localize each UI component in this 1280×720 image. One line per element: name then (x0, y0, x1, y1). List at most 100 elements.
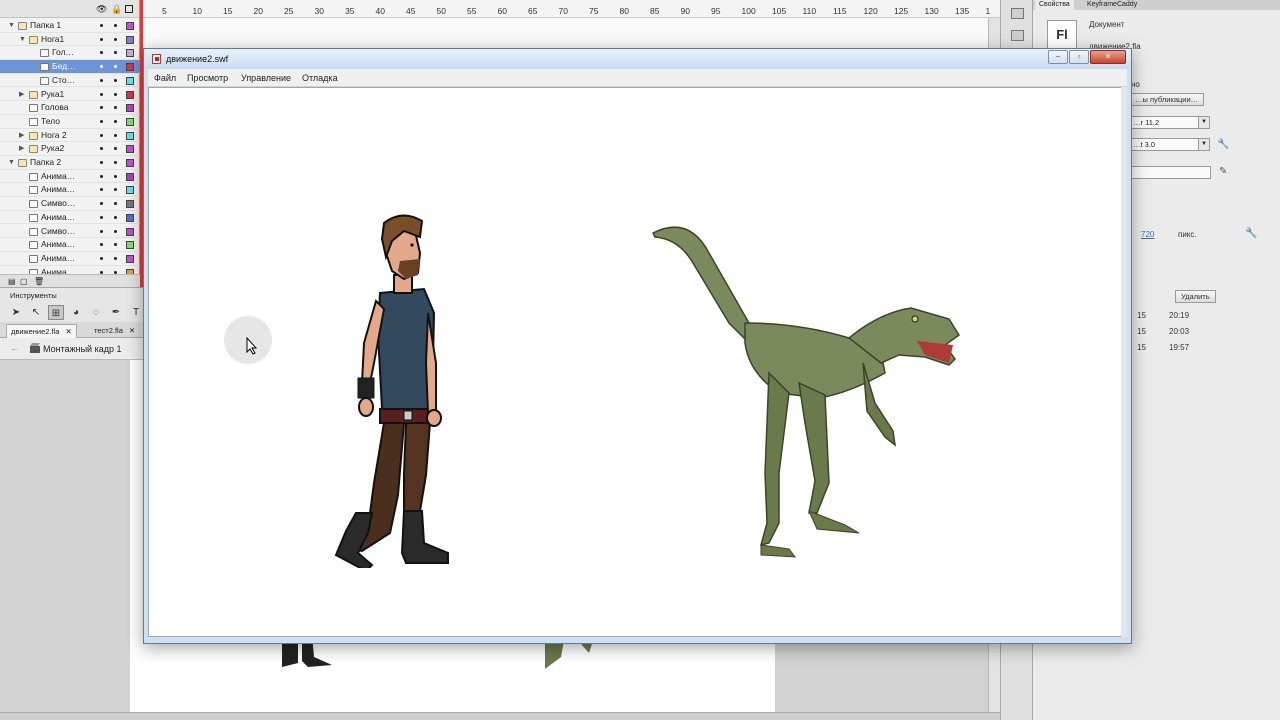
back-arrow-icon[interactable]: ← (10, 343, 19, 353)
layer-color-swatch[interactable] (126, 145, 134, 154)
class-field[interactable] (1129, 166, 1211, 179)
selection-arrow-icon[interactable]: ➤ (8, 305, 24, 320)
visibility-dot[interactable] (100, 174, 103, 178)
visibility-dot[interactable] (100, 106, 103, 110)
subselection-arrow-icon[interactable]: ↖ (28, 305, 44, 320)
lock-dot[interactable] (114, 188, 117, 192)
close-tab-icon[interactable]: ✕ (66, 327, 72, 336)
layer-row[interactable]: Симво… (0, 225, 140, 239)
script-field[interactable]: …t 3.0 (1129, 138, 1199, 151)
collapse-arrow-icon[interactable]: ▼ (8, 19, 15, 33)
new-layer-icon[interactable]: ▤ (8, 277, 16, 286)
visibility-dot[interactable] (100, 202, 103, 206)
tab-keyframecaddy[interactable]: KeyframeCaddy (1083, 0, 1141, 10)
layer-color-swatch[interactable] (126, 159, 134, 167)
lock-dot[interactable] (114, 37, 117, 41)
lasso-icon[interactable]: ◌ (88, 305, 104, 320)
lock-dot[interactable] (114, 78, 117, 82)
3d-rotation-icon[interactable]: ◕ (68, 305, 84, 320)
swatches-panel-icon[interactable] (1011, 30, 1024, 41)
pencil-icon[interactable]: ✎ (1219, 166, 1227, 177)
layer-color-swatch[interactable] (126, 63, 134, 72)
layer-color-swatch[interactable] (126, 172, 134, 181)
menu-control[interactable]: Управление (241, 73, 291, 83)
layer-color-swatch[interactable] (126, 200, 134, 209)
layer-color-swatch[interactable] (126, 76, 134, 85)
layer-row[interactable]: Гол… (0, 46, 140, 61)
wrench-icon[interactable]: 🔧 (1245, 228, 1257, 239)
collapse-arrow-icon[interactable]: ▼ (8, 156, 15, 170)
menu-view[interactable]: Просмотр (187, 73, 228, 83)
swf-scrollbar[interactable] (1121, 87, 1127, 637)
layer-color-swatch[interactable] (126, 117, 134, 126)
layer-color-swatch[interactable] (126, 35, 134, 44)
lock-dot[interactable] (114, 119, 117, 123)
player-field[interactable]: …r 11.2 (1129, 116, 1199, 129)
close-tab-icon[interactable]: ✕ (129, 326, 135, 335)
lock-dot[interactable] (114, 229, 117, 233)
visibility-dot[interactable] (100, 24, 103, 27)
tab-dvizhenie2[interactable]: движение2.fla ✕ (6, 324, 77, 338)
layer-row[interactable]: ▼ Нога1 (0, 33, 140, 47)
publish-settings-button[interactable]: …ы публикации… (1129, 93, 1205, 106)
layer-row[interactable]: Симво… (0, 197, 140, 211)
layer-row[interactable]: ▶ Рука2 (0, 142, 140, 156)
layer-color-swatch[interactable] (126, 90, 134, 99)
wrench-icon[interactable]: 🔧 (1217, 139, 1229, 150)
layer-row[interactable]: Тело (0, 115, 140, 129)
lock-dot[interactable] (114, 256, 117, 260)
lock-dot[interactable] (114, 65, 117, 69)
visibility-dot[interactable] (100, 92, 103, 96)
visibility-dot[interactable] (100, 215, 103, 219)
visibility-dot[interactable] (100, 147, 103, 151)
menu-file[interactable]: Файл (154, 73, 176, 83)
player-dropdown[interactable]: ▼ (1198, 116, 1210, 129)
lock-dot[interactable] (114, 147, 117, 151)
layer-row[interactable]: Анима… (0, 170, 140, 184)
layer-row[interactable]: ▶ Рука1 (0, 88, 140, 102)
layer-row[interactable]: Анима… (0, 211, 140, 225)
layer-row[interactable]: Бед… (0, 60, 140, 74)
expand-arrow-icon[interactable]: ▶ (19, 142, 24, 156)
collapse-arrow-icon[interactable]: ▼ (19, 33, 26, 47)
tab-test2[interactable]: тест2.fla ✕ (90, 324, 139, 338)
lock-dot[interactable] (114, 106, 117, 110)
layer-color-swatch[interactable] (126, 104, 134, 113)
layer-row[interactable]: ▼ Папка 2 (0, 156, 140, 170)
visibility-dot[interactable] (100, 188, 103, 192)
visibility-dot[interactable] (100, 133, 103, 137)
delete-layer-icon[interactable]: 🗑 (34, 277, 44, 286)
minimize-button[interactable]: – (1048, 50, 1068, 64)
swf-titlebar[interactable]: движение2.swf – ▫ ✕ (144, 49, 1131, 69)
layer-row[interactable]: Анима… (0, 252, 140, 266)
lock-dot[interactable] (114, 174, 117, 178)
visibility-dot[interactable] (100, 119, 103, 123)
height-value[interactable]: 720 (1141, 230, 1154, 239)
layer-color-swatch[interactable] (126, 131, 134, 140)
layer-color-swatch[interactable] (126, 227, 134, 236)
lock-dot[interactable] (114, 133, 117, 137)
layer-row[interactable]: Сто… (0, 74, 140, 88)
layer-color-swatch[interactable] (126, 186, 134, 195)
tab-properties[interactable]: Свойства (1035, 0, 1074, 10)
layer-color-swatch[interactable] (126, 22, 134, 30)
lock-dot[interactable] (114, 215, 117, 219)
layer-row[interactable]: Голова (0, 101, 140, 115)
menu-debug[interactable]: Отладка (302, 73, 338, 83)
visibility-dot[interactable] (100, 256, 103, 260)
outline-icon[interactable] (125, 5, 133, 13)
layer-row[interactable]: ▶ Нога 2 (0, 129, 140, 143)
lock-dot[interactable] (114, 202, 117, 206)
layer-row[interactable]: ▼ Папка 1 (0, 19, 140, 33)
color-panel-icon[interactable] (1011, 8, 1024, 19)
layer-row[interactable]: Анима… (0, 183, 140, 198)
visibility-dot[interactable] (100, 78, 103, 82)
free-transform-icon[interactable]: ⊞ (48, 305, 64, 320)
stage-horizontal-scrollbar[interactable] (0, 712, 1000, 720)
scene-label[interactable]: Монтажный кадр 1 (43, 344, 122, 354)
layer-color-swatch[interactable] (126, 213, 134, 222)
visibility-dot[interactable] (100, 37, 103, 41)
script-dropdown[interactable]: ▼ (1198, 138, 1210, 151)
lock-icon[interactable]: 🔒 (111, 4, 122, 14)
lock-dot[interactable] (114, 161, 117, 164)
